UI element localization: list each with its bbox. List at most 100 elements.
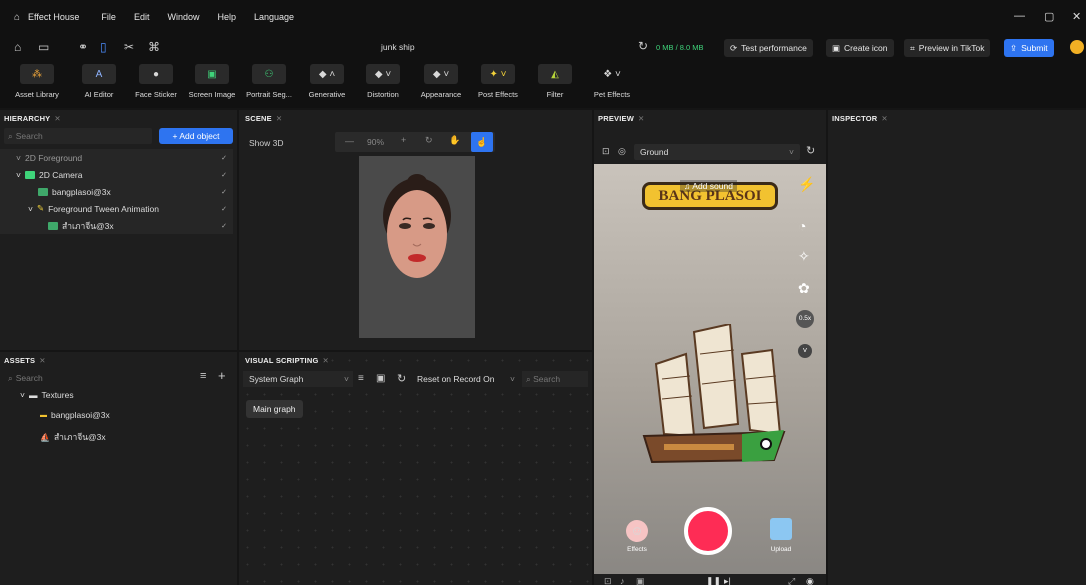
- effects-icon[interactable]: ☺: [626, 520, 648, 542]
- chevron-down-icon[interactable]: ˅: [16, 153, 21, 163]
- speed-button[interactable]: 0.5x: [796, 310, 814, 328]
- tool-distortion[interactable]: ◆ ˅ Distortion: [354, 64, 412, 99]
- hierarchy-search-input[interactable]: ⌕ Search: [4, 128, 152, 144]
- scene-panel: SCENE ✕ Show 3D — 90% + ↻ ✋ ☝: [239, 110, 592, 350]
- audio-icon[interactable]: ♪: [620, 576, 625, 585]
- tool-filter[interactable]: ◭ Filter: [526, 64, 584, 99]
- tree-item-junk-ship[interactable]: สำเภาจีน@3x ✓: [0, 217, 233, 234]
- create-icon-button[interactable]: ▣ Create icon: [826, 39, 894, 57]
- refresh-icon[interactable]: ↻: [806, 144, 815, 157]
- asset-item[interactable]: ⛵ สำเภาจีน@3x: [40, 430, 106, 444]
- script-icon[interactable]: ⌘: [148, 40, 160, 54]
- menu-edit[interactable]: Edit: [134, 12, 150, 22]
- camera-icon[interactable]: ◎: [618, 146, 626, 157]
- more-chevron-icon[interactable]: ˅: [798, 344, 812, 358]
- tool-appearance[interactable]: ◆ ˅ Appearance: [412, 64, 470, 99]
- scene-canvas[interactable]: [359, 156, 475, 338]
- pause-icon[interactable]: ❚❚: [706, 576, 721, 585]
- visibility-check-icon[interactable]: ✓: [221, 222, 227, 230]
- phone-icon[interactable]: ▯: [100, 40, 107, 54]
- list-icon[interactable]: ≡: [358, 373, 364, 384]
- tool-post-effects[interactable]: ✦ ˅ Post Effects: [469, 64, 527, 99]
- close-tab-icon[interactable]: ✕: [638, 114, 644, 123]
- menu-help[interactable]: Help: [217, 12, 236, 22]
- touch-tool-icon[interactable]: ☝: [471, 132, 493, 152]
- reset-icon[interactable]: ↻: [397, 372, 406, 385]
- asset-item[interactable]: ▬ bangplasoi@3x: [40, 410, 110, 420]
- upload-icon[interactable]: [770, 518, 792, 540]
- add-object-button[interactable]: + Add object: [159, 128, 233, 144]
- add-sound-button[interactable]: ♫ Add sound: [680, 180, 737, 192]
- fit-screen-icon[interactable]: ⊡: [602, 146, 610, 157]
- tree-item-bangplasoi[interactable]: bangplasoi@3x ✓: [0, 183, 233, 200]
- panel-icon[interactable]: ▣: [376, 373, 385, 384]
- image-icon[interactable]: ▣: [636, 576, 645, 585]
- record-dot-icon[interactable]: ◉: [806, 576, 814, 585]
- graph-select[interactable]: System Graph ˅: [243, 371, 353, 387]
- window-icon[interactable]: ▭: [38, 40, 49, 54]
- tool-face-sticker[interactable]: ● Face Sticker: [127, 64, 185, 99]
- menu-bar: ⌂ Effect House File Edit Window Help Lan…: [0, 0, 1086, 34]
- tool-ai-editor[interactable]: A AI Editor: [70, 64, 128, 99]
- tool-screen-image[interactable]: ▣ Screen Image: [183, 64, 241, 99]
- tool-generative[interactable]: ◆ ˄ Generative: [298, 64, 356, 99]
- test-performance-button[interactable]: ⟳ Test performance: [724, 39, 813, 57]
- phone-preview[interactable]: BANG PLASOI ♫ Add sound ⚡ ◔ ✧ ✿ 0.5x ˅ ☺…: [594, 164, 826, 574]
- visibility-check-icon[interactable]: ✓: [221, 154, 227, 162]
- speed-value: 0.5x: [798, 315, 812, 322]
- tools-icon[interactable]: ✂: [124, 40, 134, 54]
- visibility-check-icon[interactable]: ✓: [221, 188, 227, 196]
- screenshot-icon[interactable]: ⊡: [604, 576, 612, 585]
- record-button[interactable]: [684, 507, 732, 555]
- flash-icon[interactable]: ⚡: [798, 176, 815, 193]
- menu-file[interactable]: File: [101, 12, 116, 22]
- visibility-check-icon[interactable]: ✓: [221, 171, 227, 179]
- main-graph-tab[interactable]: Main graph: [246, 400, 303, 418]
- zoom-out-icon[interactable]: —: [345, 136, 354, 146]
- chevron-down-icon[interactable]: ˅: [28, 204, 33, 214]
- close-tab-icon[interactable]: ✕: [323, 356, 329, 365]
- close-tab-icon[interactable]: ✕: [39, 356, 45, 365]
- refresh-icon[interactable]: ↻: [638, 39, 648, 53]
- chevron-down-icon[interactable]: ˅: [20, 390, 25, 400]
- hand-tool-icon[interactable]: ✋: [449, 135, 460, 146]
- tree-item-tween-animation[interactable]: ˅ ✎ Foreground Tween Animation ✓: [0, 200, 233, 217]
- beauty-icon[interactable]: ✿: [798, 280, 810, 297]
- tree-item-2d-camera[interactable]: ˅ 2D Camera ✓: [0, 166, 233, 183]
- preview-tiktok-button[interactable]: ⌗ Preview in TikTok: [904, 39, 991, 57]
- close-tab-icon[interactable]: ✕: [54, 114, 60, 123]
- chevron-down-icon[interactable]: ˅: [16, 170, 21, 180]
- reset-view-icon[interactable]: ↻: [425, 135, 433, 146]
- step-forward-icon[interactable]: ▸|: [724, 576, 731, 585]
- fullscreen-icon[interactable]: ⤢: [788, 576, 795, 585]
- timer-icon[interactable]: ◔: [798, 218, 806, 234]
- tool-portrait-seg[interactable]: ⚇ Portrait Seg...: [240, 64, 298, 99]
- camera-source-select[interactable]: Ground ˅: [634, 144, 800, 160]
- close-tab-icon[interactable]: ✕: [276, 114, 282, 123]
- submit-button[interactable]: ⇪ Submit: [1004, 39, 1054, 57]
- assets-search-input[interactable]: ⌕ Search: [4, 370, 192, 386]
- visibility-check-icon[interactable]: ✓: [221, 205, 227, 213]
- filter-list-icon[interactable]: ≡: [200, 370, 206, 382]
- folder-textures[interactable]: ˅ ▬ Textures: [20, 390, 74, 400]
- tool-pet-effects[interactable]: ❖ ˅ Pet Effects: [583, 64, 641, 100]
- tool-label: Generative: [308, 90, 346, 99]
- minimize-icon[interactable]: —: [1014, 10, 1025, 22]
- reset-mode-select[interactable]: Reset on Record On ˅: [411, 371, 519, 387]
- avatar[interactable]: [1070, 40, 1084, 54]
- tool-asset-library[interactable]: ⁂ Asset Library: [8, 64, 66, 99]
- menu-language[interactable]: Language: [254, 12, 294, 22]
- close-tab-icon[interactable]: ✕: [881, 114, 887, 123]
- menu-window[interactable]: Window: [167, 12, 199, 22]
- zoom-level[interactable]: 90%: [367, 137, 384, 147]
- zoom-in-icon[interactable]: +: [401, 135, 406, 145]
- show-3d-toggle[interactable]: Show 3D: [249, 138, 284, 148]
- close-icon[interactable]: ✕: [1072, 10, 1081, 23]
- home-icon[interactable]: ⌂: [14, 40, 21, 54]
- scripting-search-input[interactable]: ⌕ Search: [522, 371, 588, 387]
- magic-wand-icon[interactable]: ✧: [798, 248, 810, 265]
- tree-item-2d-foreground[interactable]: ˅ 2D Foreground ✓: [0, 149, 233, 166]
- node-icon[interactable]: ⚭: [78, 40, 88, 54]
- maximize-icon[interactable]: ▢: [1044, 10, 1054, 23]
- add-asset-icon[interactable]: +: [218, 368, 226, 383]
